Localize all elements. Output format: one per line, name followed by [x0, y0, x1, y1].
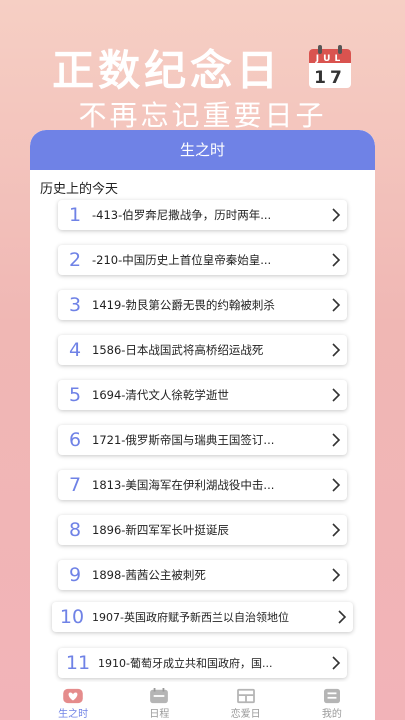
list-item[interactable]: 7 1813-美国海军在伊利湖战役中击...: [58, 470, 347, 500]
item-number: 11: [65, 652, 91, 674]
item-number: 6: [68, 429, 82, 451]
tab-schedule[interactable]: 日程: [116, 682, 202, 720]
calendar-day: 17: [314, 68, 346, 88]
list-item[interactable]: 9 1898-茜茜公主被刺死: [58, 560, 347, 590]
chevron-right-icon: [325, 298, 347, 312]
chevron-right-icon: [331, 610, 353, 624]
list-item[interactable]: 6 1721-俄罗斯帝国与瑞典王国签订...: [58, 425, 347, 455]
chevron-right-icon: [325, 388, 347, 402]
section-label: 历史上的今天: [40, 182, 119, 197]
item-text: 1907-英国政府赋予新西兰以自治领地位: [92, 611, 289, 624]
item-number: 10: [59, 606, 85, 628]
chevron-right-icon: [325, 568, 347, 582]
item-number: 4: [68, 339, 82, 361]
list-item[interactable]: 11 1910-葡萄牙成立共和国政府，国...: [58, 648, 347, 678]
tab-label: 我的: [321, 709, 342, 720]
calendar-icon: JUL 17: [308, 44, 351, 88]
item-text: 1586-日本战国武将高桥绍运战死: [92, 343, 264, 357]
hero-title: 正数纪念日 JUL 17: [0, 40, 405, 96]
item-text: 1813-美国海军在伊利湖战役中击...: [92, 478, 275, 492]
tab-label: 恋爱日: [230, 709, 261, 720]
item-text: 1898-茜茜公主被刺死: [92, 568, 206, 582]
calendar-icon: [150, 688, 169, 704]
card-header: 生之时: [30, 130, 375, 170]
item-number: 9: [68, 564, 82, 586]
list-item[interactable]: 3 1419-勃艮第公爵无畏的约翰被刺杀: [58, 290, 347, 320]
chevron-right-icon: [325, 208, 347, 222]
item-text: -413-伯罗奔尼撒战争，历时两年...: [92, 208, 272, 222]
item-number: 8: [68, 519, 82, 541]
tab-love-day[interactable]: 恋爱日: [203, 682, 289, 720]
list-item[interactable]: 10 1907-英国政府赋予新西兰以自治领地位: [52, 602, 353, 632]
layout-icon: [236, 688, 255, 704]
list-item[interactable]: 8 1896-新四军军长叶挺诞辰: [58, 515, 347, 545]
main-card: 生之时 历史上的今天 1 -413-伯罗奔尼撒战争，历时两年... 2 -210…: [30, 130, 375, 720]
list-item[interactable]: 5 1694-清代文人徐乾学逝世: [58, 380, 347, 410]
item-number: 7: [68, 474, 82, 496]
item-number: 1: [68, 204, 82, 226]
tab-label: 生之时: [58, 709, 89, 720]
profile-icon: [323, 688, 340, 704]
item-number: 2: [68, 249, 82, 271]
calendar-month: JUL: [315, 54, 344, 64]
item-text: -210-中国历史上首位皇帝秦始皇...: [92, 253, 272, 267]
item-text: 1910-葡萄牙成立共和国政府，国...: [98, 657, 273, 670]
heart-icon: [63, 688, 83, 704]
item-text: 1896-新四军军长叶挺诞辰: [92, 523, 229, 537]
chevron-right-icon: [325, 478, 347, 492]
item-text: 1419-勃艮第公爵无畏的约翰被刺杀: [92, 298, 275, 312]
tab-mine[interactable]: 我的: [289, 682, 375, 720]
chevron-right-icon: [325, 523, 347, 537]
chevron-right-icon: [325, 433, 347, 447]
item-number: 3: [68, 294, 82, 316]
list-item[interactable]: 4 1586-日本战国武将高桥绍运战死: [58, 335, 347, 365]
chevron-right-icon: [325, 656, 347, 670]
list-item[interactable]: 1 -413-伯罗奔尼撒战争，历时两年...: [58, 200, 347, 230]
item-number: 5: [68, 384, 82, 406]
item-text: 1721-俄罗斯帝国与瑞典王国签订...: [92, 433, 275, 447]
item-text: 1694-清代文人徐乾学逝世: [92, 388, 229, 402]
list-item[interactable]: 2 -210-中国历史上首位皇帝秦始皇...: [58, 245, 347, 275]
tab-birth-time[interactable]: 生之时: [30, 682, 116, 720]
tab-label: 日程: [149, 709, 170, 720]
chevron-right-icon: [325, 343, 347, 357]
bottom-tab-bar: 生之时 日程 恋爱日 我的: [30, 682, 375, 720]
hero-title-text: 正数纪念日: [52, 45, 283, 95]
chevron-right-icon: [325, 253, 347, 267]
